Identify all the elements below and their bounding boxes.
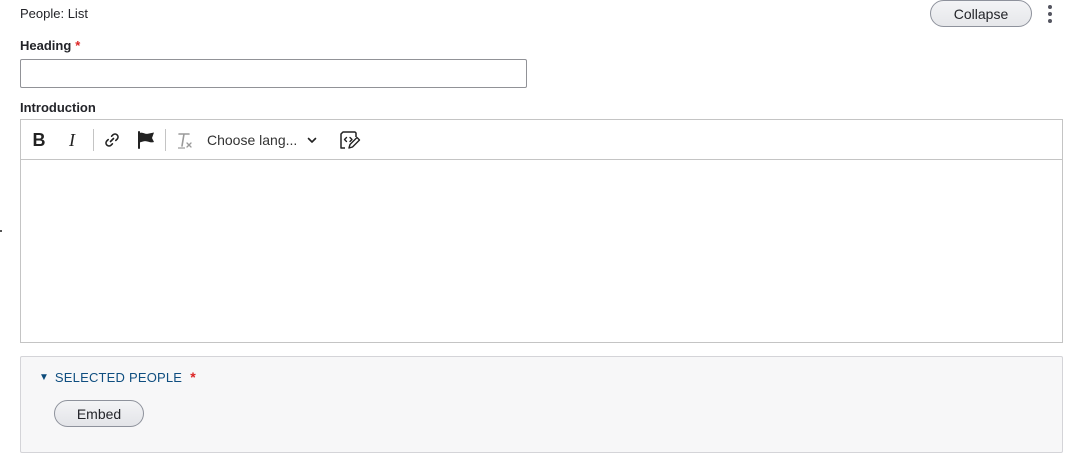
heading-label: Heading * [20,38,80,53]
required-marker: * [190,369,196,385]
language-select-value: Choose lang... [207,132,298,148]
kebab-icon[interactable] [1040,3,1060,25]
flag-icon [138,131,154,149]
embed-button[interactable]: Embed [54,400,144,427]
paragraph-type-label: People: List [20,6,88,21]
toolbar-divider [165,129,166,151]
selected-people-title: SELECTED PEOPLE [54,369,183,385]
introduction-editor: B I Choose lang... [20,119,1063,343]
remove-format-button[interactable] [172,127,198,153]
link-icon [105,133,119,147]
italic-button[interactable]: I [59,127,85,153]
selected-people-summary[interactable]: ▼ SELECTED PEOPLE * [39,369,196,385]
source-editing-button[interactable] [337,127,363,153]
heading-input[interactable] [20,59,527,88]
bold-icon: B [32,129,46,150]
link-button[interactable] [99,127,125,153]
selected-people-fieldset: ▼ SELECTED PEOPLE * Embed [20,356,1063,453]
chevron-down-icon [307,135,317,145]
italic-icon: I [69,129,75,150]
editor-toolbar: B I Choose lang... [21,120,1062,160]
editor-content-area[interactable] [21,161,1062,342]
toolbar-divider [93,129,94,151]
source-editing-icon [340,131,361,149]
disclosure-triangle-icon: ▼ [39,371,49,383]
introduction-label: Introduction [20,100,96,115]
bold-button[interactable]: B [26,127,52,153]
required-marker: * [75,38,81,53]
remove-format-icon [178,133,192,149]
paragraph-form: People: List Collapse Heading * Introduct… [0,0,1078,461]
language-select[interactable]: Choose lang... [207,127,325,153]
collapse-button[interactable]: Collapse [930,0,1032,27]
heading-label-text: Heading [20,38,72,53]
edge-artifact [0,230,2,232]
flag-button[interactable] [133,127,159,153]
